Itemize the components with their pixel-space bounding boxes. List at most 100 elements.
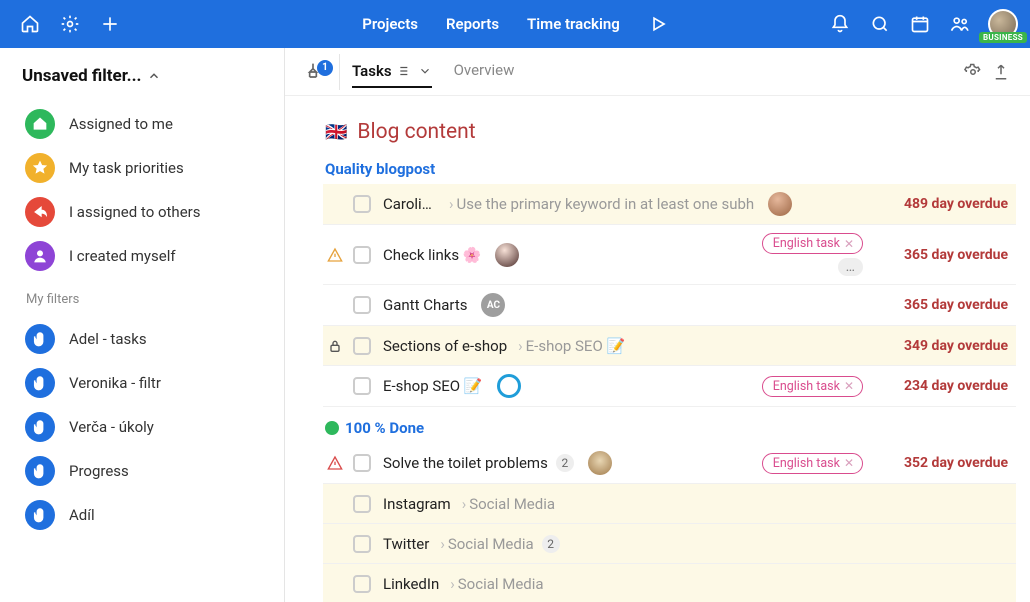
task-tag[interactable]: English task✕ <box>762 376 863 397</box>
sidebar-preset-item[interactable]: I created myself <box>0 234 284 278</box>
calendar-icon[interactable] <box>902 6 938 42</box>
search-icon[interactable] <box>862 6 898 42</box>
tag-remove-icon[interactable]: ✕ <box>844 379 854 393</box>
task-name: E-shop SEO 📝 <box>383 377 483 395</box>
nav-timetracking[interactable]: Time tracking <box>527 15 620 33</box>
tag-remove-icon[interactable]: ✕ <box>844 237 854 251</box>
overdue-label: 365 day overdue <box>873 297 1008 313</box>
nav-projects[interactable]: Projects <box>362 15 418 33</box>
task-row[interactable]: Carolina› Use the primary keyword in at … <box>323 184 1016 225</box>
sidebar-filters-label: My filters <box>0 280 284 311</box>
task-checkbox[interactable] <box>353 495 371 513</box>
sidebar-item-label: Veronika - filtr <box>69 374 161 392</box>
overdue-label: 489 day overdue <box>873 196 1008 212</box>
sidebar-filter-item[interactable]: Verča - úkoly <box>0 405 284 449</box>
task-checkbox[interactable] <box>353 454 371 472</box>
page-title[interactable]: 🇬🇧 Blog content <box>325 120 1016 144</box>
task-row[interactable]: Twitter› Social Media2 <box>323 524 1016 564</box>
sidebar-preset-item[interactable]: Assigned to me <box>0 102 284 146</box>
user-icon <box>25 241 55 271</box>
clip-icon <box>25 456 55 486</box>
task-tag[interactable]: English task✕ <box>762 233 863 254</box>
home-icon <box>25 109 55 139</box>
sidebar-preset-item[interactable]: I assigned to others <box>0 190 284 234</box>
sidebar-item-label: Progress <box>69 462 129 480</box>
assignee-avatar[interactable] <box>495 243 519 267</box>
sidebar-filter-item[interactable]: Veronika - filtr <box>0 361 284 405</box>
sidebar-item-label: Verča - úkoly <box>69 418 154 436</box>
pin-icon[interactable]: 1 <box>295 62 331 82</box>
sidebar-title-label: Unsaved filter... <box>22 66 141 86</box>
gear-icon[interactable] <box>52 6 88 42</box>
task-name: Gantt Charts <box>383 296 467 314</box>
task-tag[interactable]: English task✕ <box>762 453 863 474</box>
clip-icon <box>25 412 55 442</box>
sidebar-item-label: Assigned to me <box>69 115 173 133</box>
gear-icon[interactable] <box>964 63 982 81</box>
task-checkbox[interactable] <box>353 377 371 395</box>
more-tags[interactable]: … <box>838 258 863 276</box>
subtask-count: 2 <box>542 535 560 553</box>
pin-count: 1 <box>317 60 333 76</box>
star-icon <box>25 153 55 183</box>
chevron-right-icon: › <box>450 575 455 593</box>
export-icon[interactable] <box>992 63 1010 81</box>
task-crumb: Social Media <box>458 575 544 593</box>
task-name: Sections of e-shop <box>383 337 507 355</box>
assignee-avatar[interactable] <box>497 374 521 398</box>
task-row[interactable]: Solve the toilet problems2English task✕3… <box>323 443 1016 484</box>
group-title[interactable]: Quality blogpost <box>325 160 1016 178</box>
overdue-label: 234 day overdue <box>873 378 1008 394</box>
share-icon <box>25 197 55 227</box>
row-status-icon <box>325 455 345 471</box>
sidebar-title[interactable]: Unsaved filter... <box>0 48 284 96</box>
clip-icon <box>25 368 55 398</box>
chevron-down-icon <box>418 64 432 78</box>
sidebar-item-label: Adel - tasks <box>69 330 147 348</box>
home-icon[interactable] <box>12 6 48 42</box>
task-row[interactable]: Instagram› Social Media <box>323 484 1016 524</box>
group-title[interactable]: 100 % Done <box>325 419 1016 437</box>
bell-icon[interactable] <box>822 6 858 42</box>
play-icon[interactable] <box>648 6 668 42</box>
sidebar-item-label: My task priorities <box>69 159 184 177</box>
top-bar: Projects Reports Time tracking BUSINESS <box>0 0 1030 48</box>
task-crumb: Social Media <box>448 535 534 553</box>
task-row[interactable]: LinkedIn › Social Media <box>323 564 1016 602</box>
task-checkbox[interactable] <box>353 195 371 213</box>
overdue-label: 352 day overdue <box>873 455 1008 471</box>
task-row[interactable]: Sections of e-shop› E-shop SEO 📝349 day … <box>323 326 1016 366</box>
add-icon[interactable] <box>92 6 128 42</box>
tab-tasks[interactable]: Tasks <box>352 62 432 88</box>
user-avatar[interactable]: BUSINESS <box>988 9 1018 39</box>
page-title-label: Blog content <box>357 120 475 144</box>
task-name: Carolina <box>383 195 438 213</box>
clip-icon <box>25 324 55 354</box>
assignee-avatar[interactable] <box>768 192 792 216</box>
nav-reports[interactable]: Reports <box>446 15 499 33</box>
task-crumb: E-shop SEO 📝 <box>526 337 626 355</box>
sidebar-filter-item[interactable]: Adíl <box>0 493 284 537</box>
sidebar-preset-item[interactable]: My task priorities <box>0 146 284 190</box>
task-name: LinkedIn <box>383 575 439 593</box>
task-row[interactable]: Check links 🌸English task✕…365 day overd… <box>323 225 1016 285</box>
task-checkbox[interactable] <box>353 337 371 355</box>
tag-remove-icon[interactable]: ✕ <box>844 456 854 470</box>
task-checkbox[interactable] <box>353 296 371 314</box>
task-checkbox[interactable] <box>353 575 371 593</box>
sidebar-filter-item[interactable]: Progress <box>0 449 284 493</box>
people-icon[interactable] <box>942 6 978 42</box>
assignee-avatar[interactable] <box>588 451 612 475</box>
sidebar-filter-item[interactable]: Adel - tasks <box>0 317 284 361</box>
assignee-avatar[interactable]: AC <box>481 293 505 317</box>
tab-overview[interactable]: Overview <box>454 61 515 83</box>
sidebar-item-label: I assigned to others <box>69 203 200 221</box>
flag-icon: 🇬🇧 <box>325 122 347 143</box>
task-checkbox[interactable] <box>353 246 371 264</box>
task-checkbox[interactable] <box>353 535 371 553</box>
task-row[interactable]: Gantt Charts AC 365 day overdue <box>323 285 1016 326</box>
task-row[interactable]: E-shop SEO 📝 English task✕ 234 day overdue <box>323 366 1016 407</box>
task-name: Twitter <box>383 535 429 553</box>
overdue-label: 365 day overdue <box>873 247 1008 263</box>
chevron-right-icon: › <box>518 337 523 355</box>
